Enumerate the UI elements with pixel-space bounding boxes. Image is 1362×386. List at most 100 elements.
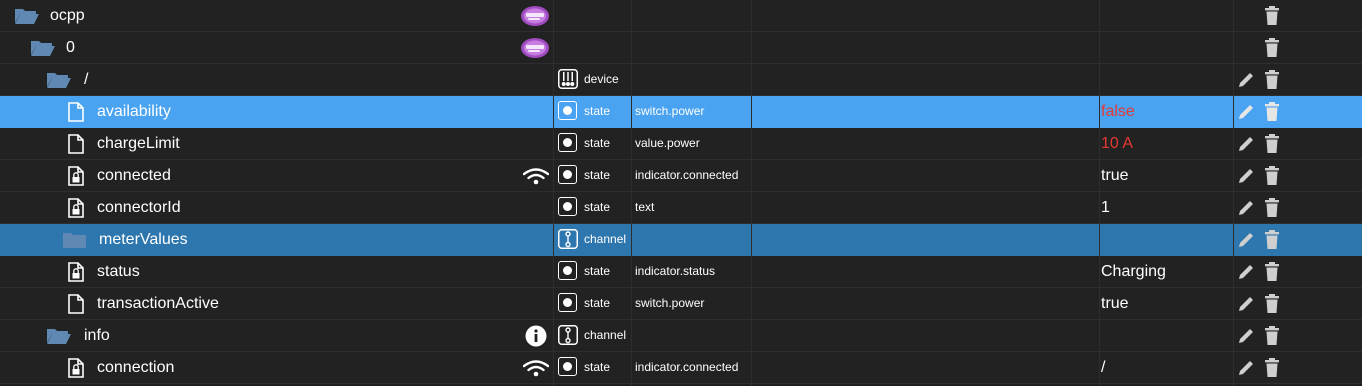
tree-row-info[interactable]: info channel bbox=[0, 320, 1362, 352]
column-divider bbox=[1233, 0, 1234, 386]
delete-trash-icon[interactable] bbox=[1264, 6, 1280, 26]
ocpp-logo-icon bbox=[521, 6, 549, 26]
object-role-label: switch.power bbox=[635, 104, 705, 118]
file-icon[interactable] bbox=[68, 294, 84, 314]
device-icon bbox=[558, 69, 578, 89]
edit-pencil-icon[interactable] bbox=[1238, 199, 1255, 216]
object-type-label: state bbox=[584, 200, 611, 214]
folder-open-icon[interactable] bbox=[46, 326, 72, 346]
delete-trash-icon[interactable] bbox=[1264, 262, 1280, 282]
tree-row-name: 0 bbox=[66, 39, 75, 56]
file-icon[interactable] bbox=[68, 134, 84, 154]
delete-trash-icon[interactable] bbox=[1264, 198, 1280, 218]
state-icon bbox=[558, 133, 577, 152]
tree-row-transactionActive[interactable]: transactionActive state switch.power tru… bbox=[0, 288, 1362, 320]
tree-row-status[interactable]: status state indicator.status Charging bbox=[0, 256, 1362, 288]
object-role-label: text bbox=[635, 200, 655, 214]
tree-row-chargeLimit[interactable]: chargeLimit state value.power 10 A bbox=[0, 128, 1362, 160]
object-type-label: channel bbox=[584, 232, 627, 246]
edit-pencil-icon[interactable] bbox=[1238, 327, 1255, 344]
tree-row-name: connectorId bbox=[97, 199, 181, 216]
tree-row-name: chargeLimit bbox=[97, 135, 180, 152]
ocpp-logo-icon bbox=[521, 38, 549, 58]
edit-pencil-icon[interactable] bbox=[1238, 295, 1255, 312]
object-role-label: indicator.connected bbox=[635, 168, 739, 182]
state-icon bbox=[558, 293, 577, 312]
tree-row-meterValues[interactable]: meterValues channel bbox=[0, 224, 1362, 256]
object-value[interactable]: 1 bbox=[1101, 192, 1110, 223]
edit-pencil-icon[interactable] bbox=[1238, 231, 1255, 248]
object-type-label: state bbox=[584, 104, 611, 118]
tree-row-name: connection bbox=[97, 359, 175, 376]
object-value[interactable]: true bbox=[1101, 288, 1129, 319]
column-divider bbox=[631, 0, 632, 386]
edit-pencil-icon[interactable] bbox=[1238, 135, 1255, 152]
edit-pencil-icon[interactable] bbox=[1238, 103, 1255, 120]
edit-pencil-icon[interactable] bbox=[1238, 359, 1255, 376]
delete-trash-icon[interactable] bbox=[1264, 38, 1280, 58]
file-lock-icon[interactable] bbox=[68, 198, 84, 218]
object-value[interactable]: false bbox=[1101, 96, 1135, 127]
column-divider bbox=[1099, 0, 1100, 386]
file-lock-icon[interactable] bbox=[68, 166, 84, 186]
object-role-label: indicator.connected bbox=[635, 360, 739, 374]
channel-icon bbox=[558, 325, 578, 345]
file-lock-icon[interactable] bbox=[68, 358, 84, 378]
object-type-label: state bbox=[584, 168, 611, 182]
state-icon bbox=[558, 261, 577, 280]
object-type-label: channel bbox=[584, 328, 627, 342]
state-icon bbox=[558, 101, 577, 120]
folder-open-icon[interactable] bbox=[46, 70, 72, 90]
tree-row-connection[interactable]: connection state indicator.connected / bbox=[0, 352, 1362, 384]
folder-open-icon[interactable] bbox=[14, 6, 40, 26]
tree-row-name: connected bbox=[97, 167, 171, 184]
state-icon bbox=[558, 197, 577, 216]
object-value[interactable]: Charging bbox=[1101, 256, 1166, 287]
wifi-icon bbox=[523, 168, 549, 185]
delete-trash-icon[interactable] bbox=[1264, 358, 1280, 378]
delete-trash-icon[interactable] bbox=[1264, 70, 1280, 90]
tree-row-device[interactable]: / device bbox=[0, 64, 1362, 96]
object-type-label: state bbox=[584, 360, 611, 374]
delete-trash-icon[interactable] bbox=[1264, 166, 1280, 186]
edit-pencil-icon[interactable] bbox=[1238, 71, 1255, 88]
object-value[interactable]: true bbox=[1101, 160, 1129, 191]
column-divider bbox=[553, 0, 554, 386]
object-role-label: value.power bbox=[635, 136, 700, 150]
column-divider bbox=[751, 0, 752, 386]
info-icon bbox=[525, 325, 547, 347]
state-icon bbox=[558, 357, 577, 376]
delete-trash-icon[interactable] bbox=[1264, 102, 1280, 122]
folder-closed-icon[interactable] bbox=[62, 230, 88, 250]
object-role-label: switch.power bbox=[635, 296, 705, 310]
object-type-label: state bbox=[584, 264, 611, 278]
file-icon[interactable] bbox=[68, 102, 84, 122]
delete-trash-icon[interactable] bbox=[1264, 294, 1280, 314]
tree-row-name: / bbox=[84, 71, 89, 88]
object-value[interactable]: 10 A bbox=[1101, 128, 1133, 159]
state-icon bbox=[558, 165, 577, 184]
tree-row-connectorId[interactable]: connectorId state text 1 bbox=[0, 192, 1362, 224]
delete-trash-icon[interactable] bbox=[1264, 134, 1280, 154]
edit-pencil-icon[interactable] bbox=[1238, 263, 1255, 280]
object-type-label: state bbox=[584, 296, 611, 310]
delete-trash-icon[interactable] bbox=[1264, 230, 1280, 250]
file-lock-icon[interactable] bbox=[68, 262, 84, 282]
object-value[interactable]: / bbox=[1101, 352, 1105, 383]
tree-row-ocpp[interactable]: ocpp bbox=[0, 0, 1362, 32]
channel-icon bbox=[558, 229, 578, 249]
tree-row-connected[interactable]: connected state indicator.connected true bbox=[0, 160, 1362, 192]
object-type-label: device bbox=[584, 72, 619, 86]
folder-open-icon[interactable] bbox=[30, 38, 56, 58]
tree-row-name: transactionActive bbox=[97, 295, 219, 312]
tree-row-0[interactable]: 0 bbox=[0, 32, 1362, 64]
tree-row-availability[interactable]: availability state switch.power false bbox=[0, 96, 1362, 128]
object-type-label: state bbox=[584, 136, 611, 150]
tree-row-name: meterValues bbox=[99, 231, 188, 248]
object-role-label: indicator.status bbox=[635, 264, 716, 278]
tree-row-name: availability bbox=[97, 103, 171, 120]
tree-row-name: info bbox=[84, 327, 110, 344]
wifi-icon bbox=[523, 360, 549, 377]
delete-trash-icon[interactable] bbox=[1264, 326, 1280, 346]
edit-pencil-icon[interactable] bbox=[1238, 167, 1255, 184]
